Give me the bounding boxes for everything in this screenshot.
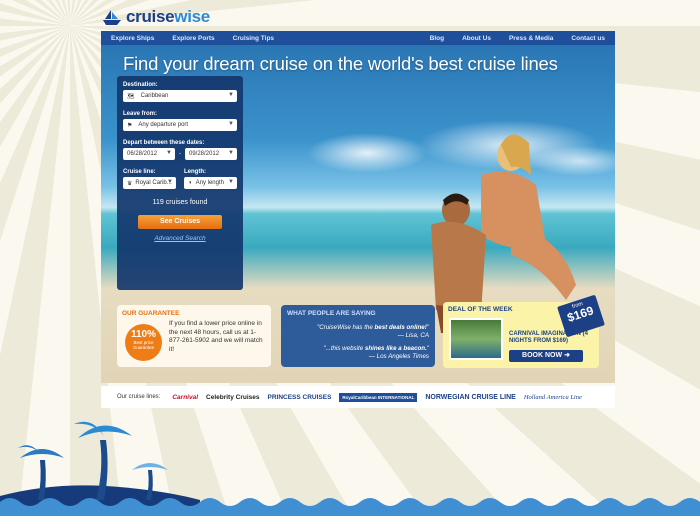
leave-from-label: Leave from: [123, 111, 158, 117]
destination-value: Caribbean [140, 93, 169, 99]
nav-right: Blog About Us Press & Media Contact us [430, 35, 605, 42]
testimonials-box: WHAT PEOPLE ARE SAYING "CruiseWise has t… [281, 305, 435, 367]
chevron-down-icon: ▼ [228, 150, 234, 156]
nav-cruising-tips[interactable]: Cruising Tips [233, 35, 274, 42]
quote-text: " [426, 324, 429, 331]
guarantee-box: OUR GUARANTEE 110% Best price Guarantee … [117, 305, 271, 367]
nav-explore-ports[interactable]: Explore Ports [172, 35, 214, 42]
length-label: Length: [184, 169, 206, 175]
globe-icon: 🗺 [127, 93, 135, 100]
cruise-search-panel: Destination: 🗺 Caribbean ▼ Leave from: ⚑… [117, 76, 243, 290]
norwegian-logo[interactable]: NORWEGIAN CRUISE LINE [425, 394, 516, 401]
deal-ship-name: CARNIVAL IMAGINATION (4 NIGHTS FROM $169… [509, 331, 588, 344]
chevron-down-icon: ▼ [166, 150, 172, 156]
nav-contact-us[interactable]: Contact us [571, 35, 605, 42]
princess-logo[interactable]: PRINCESS CRUISES [267, 394, 331, 401]
destination-select[interactable]: 🗺 Caribbean ▼ [123, 90, 237, 102]
celebrity-logo[interactable]: Celebrity Cruises [206, 394, 259, 401]
quote-highlight: best deals online! [374, 324, 427, 331]
quote-author: — Los Angeles Times [368, 353, 429, 360]
waves-decoration [0, 498, 700, 516]
quote-text: " [426, 345, 429, 352]
date-from-value: 06/28/2012 [127, 151, 158, 157]
badge-subtitle: Best price Guarantee [132, 340, 155, 350]
deal-photo [449, 318, 503, 360]
cruise-lines-label: Our cruise lines: [117, 394, 161, 400]
book-now-label: BOOK NOW [522, 352, 563, 359]
nav-about-us[interactable]: About Us [462, 35, 491, 42]
guarantee-text: If you find a lower price online in the … [169, 320, 263, 353]
date-to-select[interactable]: 09/28/2012 ▼ [185, 148, 237, 160]
length-group: Length: ◑ Any length ▼ [184, 169, 237, 189]
testimonial-quote-1: "CruiseWise has the best deals online!" … [287, 324, 429, 340]
flag-icon: ⚑ [127, 122, 133, 129]
length-value: Any length [195, 180, 224, 186]
results-count: 119 cruises found [152, 199, 208, 206]
book-now-button[interactable]: BOOK NOW ➜ [509, 350, 583, 362]
cruise-lines-bar: Our cruise lines: Carnival Celebrity Cru… [101, 386, 615, 408]
chevron-down-icon: ▼ [228, 92, 234, 98]
quote-highlight: shines like a beacon. [364, 345, 427, 352]
moon-icon: ◑ [188, 180, 192, 186]
hero-headline: Find your dream cruise on the world's be… [123, 53, 558, 74]
length-select[interactable]: ◑ Any length ▼ [184, 177, 237, 189]
cruise-line-select[interactable]: ♛ Royal Carib... ▼ [123, 177, 176, 189]
date-range: 06/28/2012 ▼ - 09/28/2012 ▼ [123, 148, 237, 160]
site-logo[interactable]: cruisewise [101, 6, 210, 28]
cruise-line-group: Cruise line: ♛ Royal Carib... ▼ [123, 169, 176, 189]
deal-of-week-box[interactable]: DEAL OF THE WEEK CARNIVAL IMAGINATION (4… [443, 294, 605, 368]
chevron-down-icon: ▼ [167, 179, 173, 185]
nav-blog[interactable]: Blog [430, 35, 444, 42]
badge-percent: 110% [130, 329, 157, 340]
line-length-row: Cruise line: ♛ Royal Carib... ▼ Length: … [123, 169, 237, 189]
cruise-line-label: Cruise line: [123, 169, 156, 175]
nav-press-media[interactable]: Press & Media [509, 35, 553, 42]
nav-left: Explore Ships Explore Ports Cruising Tip… [111, 35, 274, 42]
holland-america-logo[interactable]: Holland America Line [524, 394, 582, 401]
date-separator: - [179, 151, 181, 157]
testimonial-quote-2: "...this website shines like a beacon." … [287, 345, 429, 361]
crown-icon: ♛ [127, 180, 133, 187]
price-guarantee-badge: 110% Best price Guarantee [125, 324, 162, 361]
chevron-down-icon: ▼ [228, 179, 234, 185]
main-nav: Explore Ships Explore Ports Cruising Tip… [101, 31, 615, 45]
quote-author: — Lisa, CA [397, 332, 429, 339]
date-to-value: 09/28/2012 [189, 151, 220, 157]
chevron-down-icon: ▼ [228, 121, 234, 127]
quote-text: "...this website [323, 345, 365, 352]
hero-banner: Find your dream cruise on the world's be… [101, 45, 615, 383]
departure-port-select[interactable]: ⚑ Any departure port ▼ [123, 119, 237, 131]
nav-explore-ships[interactable]: Explore Ships [111, 35, 154, 42]
advanced-search-link[interactable]: Advanced Search [123, 235, 237, 242]
quote-text: "CruiseWise has the [317, 324, 375, 331]
destination-label: Destination: [123, 82, 158, 88]
date-from-select[interactable]: 06/28/2012 ▼ [123, 148, 175, 160]
see-cruises-button[interactable]: See Cruises [138, 215, 222, 229]
testimonials-title: WHAT PEOPLE ARE SAYING [287, 310, 376, 317]
boat-icon [103, 10, 121, 25]
logo-text: cruisewise [126, 7, 210, 26]
departure-port-value: Any departure port [138, 122, 189, 128]
royal-caribbean-logo[interactable]: RoyalCaribbean INTERNATIONAL [339, 392, 418, 402]
carnival-logo[interactable]: Carnival [172, 394, 198, 401]
guarantee-title: OUR GUARANTEE [122, 310, 180, 317]
arrow-right-icon: ➜ [564, 352, 570, 359]
dates-label: Depart between these dates: [123, 140, 205, 146]
